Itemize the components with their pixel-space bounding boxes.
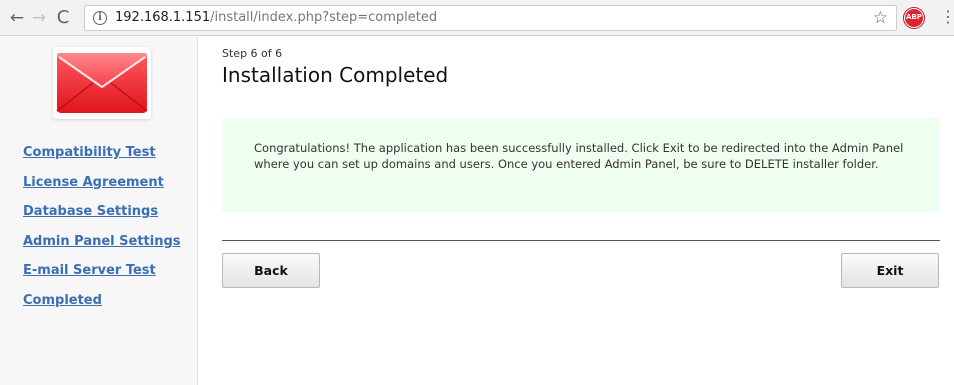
info-icon[interactable]: i [93, 11, 107, 25]
browser-menu-icon[interactable]: ⋮ [940, 7, 954, 27]
nav-item-email-server-test: E-mail Server Test [23, 263, 181, 293]
nav-link-admin-panel-settings[interactable]: Admin Panel Settings [23, 234, 181, 249]
nav-link-license-agreement[interactable]: License Agreement [23, 175, 164, 190]
nav-item-admin-panel-settings: Admin Panel Settings [23, 234, 181, 264]
nav-link-email-server-test[interactable]: E-mail Server Test [23, 263, 156, 278]
nav-link-database-settings[interactable]: Database Settings [23, 204, 158, 219]
install-steps-nav: Compatibility Test License Agreement Dat… [23, 145, 181, 323]
nav-item-compatibility-test: Compatibility Test [23, 145, 181, 175]
envelope-icon [53, 47, 151, 119]
exit-button[interactable]: Exit [841, 253, 939, 288]
nav-item-database-settings: Database Settings [23, 204, 181, 234]
page-title: Installation Completed [222, 63, 449, 87]
url-path: /install/index.php?step=completed [210, 10, 438, 25]
success-message-box: Congratulations! The application has bee… [222, 118, 940, 212]
divider [222, 240, 940, 241]
browser-toolbar: ← → C i 192.168.1.151/install/index.php?… [0, 0, 954, 36]
back-button[interactable]: Back [222, 253, 320, 288]
success-message: Congratulations! The application has bee… [254, 141, 904, 171]
sidebar: Compatibility Test License Agreement Dat… [0, 37, 198, 385]
nav-item-license-agreement: License Agreement [23, 175, 181, 205]
back-arrow-icon[interactable]: ← [6, 7, 28, 29]
bookmark-star-icon[interactable]: ☆ [873, 8, 888, 28]
address-bar[interactable]: i 192.168.1.151/install/index.php?step=c… [84, 5, 897, 31]
step-indicator: Step 6 of 6 [222, 47, 283, 60]
reload-icon[interactable]: C [52, 7, 74, 29]
nav-item-completed: Completed [23, 293, 181, 323]
adblock-extension-icon[interactable]: ABP [904, 8, 924, 28]
nav-link-compatibility-test[interactable]: Compatibility Test [23, 145, 156, 160]
url-host: 192.168.1.151 [115, 10, 211, 25]
forward-arrow-icon[interactable]: → [28, 7, 50, 29]
url-text[interactable]: 192.168.1.151/install/index.php?step=com… [115, 10, 437, 26]
nav-link-completed[interactable]: Completed [23, 293, 102, 308]
